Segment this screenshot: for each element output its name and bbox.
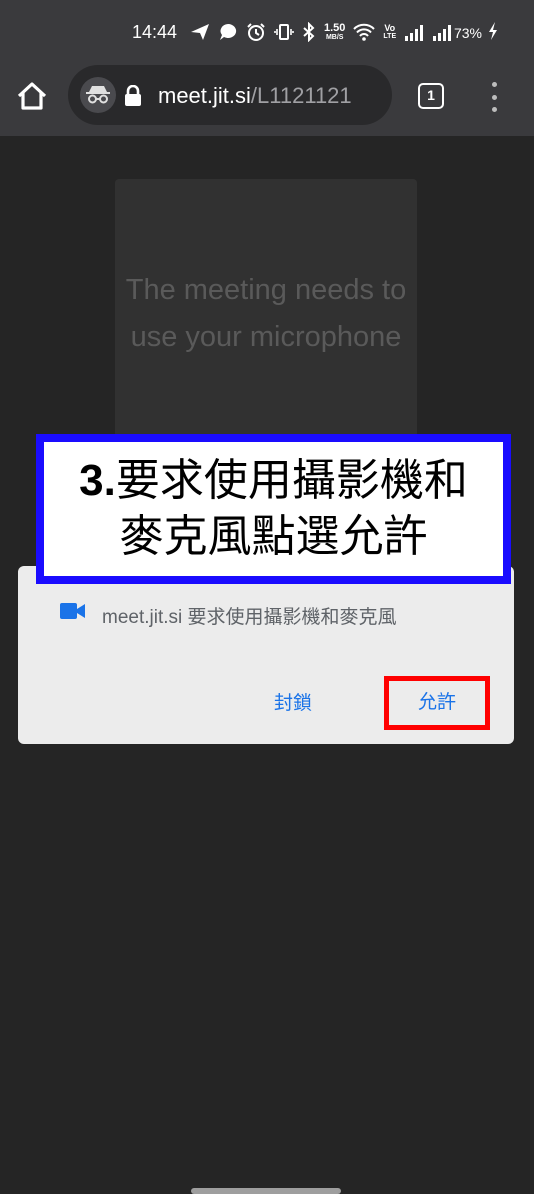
annotation-line1-text: 要求使用攝影機和 (115, 455, 468, 506)
url-text[interactable]: meet.jit.si/L1121121 (158, 83, 386, 109)
status-notification-icons: 1.50 MB/S Vo LTE (190, 20, 452, 44)
incognito-icon[interactable] (80, 77, 116, 113)
overflow-menu-icon[interactable] (484, 80, 504, 114)
video-camera-icon (60, 602, 86, 625)
permission-dialog: meet.jit.si 要求使用攝影機和麥克風 封鎖 允許 (18, 566, 514, 744)
lock-icon[interactable] (124, 84, 142, 112)
home-button[interactable] (12, 78, 52, 118)
annotation-line1: 3.要求使用攝影機和 (79, 453, 468, 509)
url-path: /L1121121 (250, 83, 352, 108)
battery-percent: 73% (453, 24, 482, 41)
url-bar[interactable]: meet.jit.si/L1121121 (68, 65, 392, 125)
chat-bubble-icon (218, 22, 238, 42)
send-icon (190, 23, 210, 41)
status-bar: 14:44 1.50 MB/S Vo LTE 73% (0, 0, 534, 62)
vibrate-icon (274, 22, 294, 42)
annotation-step-number: 3. (79, 456, 116, 505)
bluetooth-icon (302, 22, 316, 42)
signal-icon (432, 23, 452, 41)
network-speed: 1.50 MB/S (324, 21, 346, 41)
charging-bolt-icon (488, 22, 498, 43)
status-time: 14:44 (132, 22, 178, 42)
gesture-navigation-bar[interactable] (191, 1188, 341, 1194)
annotation-line2: 麥克風點選允許 (119, 511, 428, 562)
signal-icon (404, 23, 424, 41)
tutorial-annotation: 3.要求使用攝影機和 麥克風點選允許 (36, 434, 511, 584)
battery-status: 73% (454, 22, 498, 43)
tab-switcher-button[interactable]: 1 (418, 83, 444, 109)
block-button[interactable]: 封鎖 (258, 684, 328, 724)
alarm-icon (246, 22, 266, 42)
home-icon (16, 81, 48, 116)
volte-indicator: Vo LTE (383, 23, 397, 40)
browser-toolbar: meet.jit.si/L1121121 1 (0, 62, 534, 136)
allow-button[interactable]: 允許 (384, 676, 490, 730)
wifi-icon (353, 23, 376, 41)
permission-message: meet.jit.si 要求使用攝影機和麥克風 (102, 607, 397, 628)
prompt-text: The meeting needs to use your microphone (125, 274, 407, 353)
url-host: meet.jit.si (158, 83, 251, 108)
